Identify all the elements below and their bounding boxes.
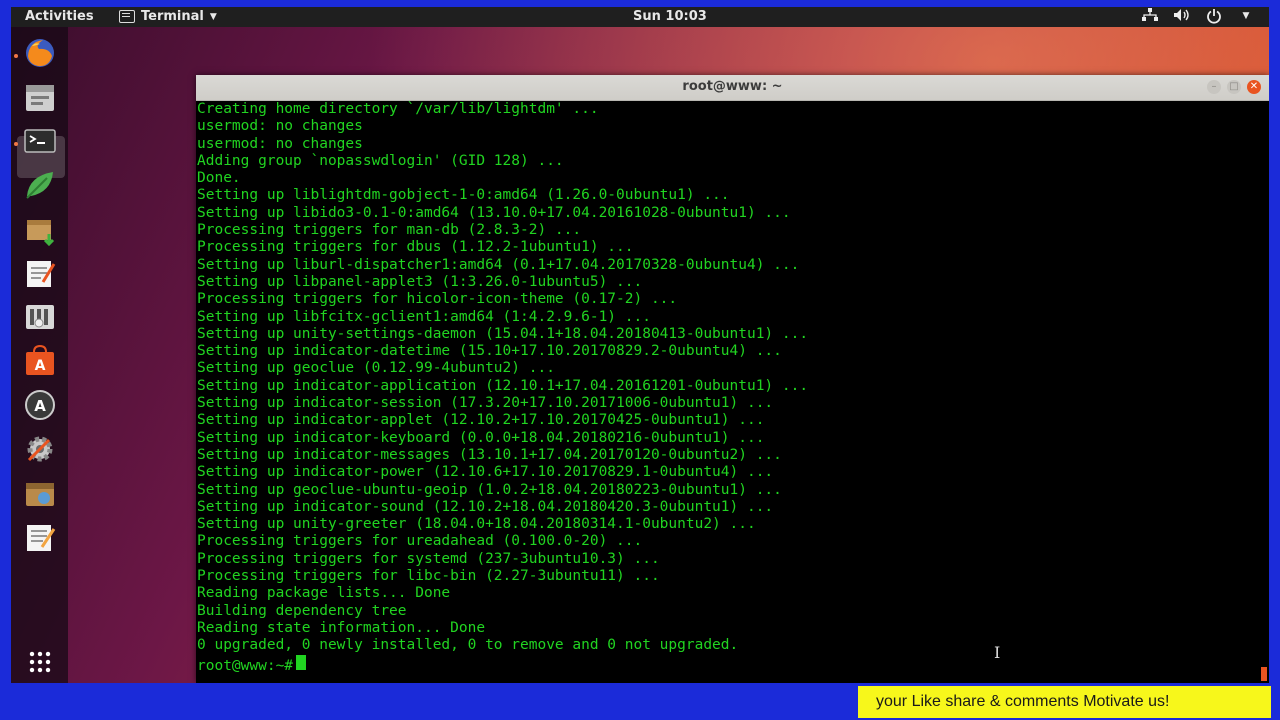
apps-grid-icon[interactable]	[28, 650, 52, 674]
files-icon[interactable]	[23, 80, 57, 114]
terminal-line: Setting up indicator-sound (12.10.2+18.0…	[197, 498, 774, 515]
terminal-line: Setting up indicator-session (17.3.20+17…	[197, 395, 774, 412]
terminal-line: Setting up geoclue-ubuntu-geoip (1.0.2+1…	[197, 481, 782, 498]
terminal-line: Setting up unity-settings-daemon (15.04.…	[197, 325, 809, 342]
window-titlebar[interactable]: root@www: ~ – □ ✕	[196, 75, 1269, 101]
top-bar: Activities Terminal ▼ Sun 10:03 ▼	[11, 7, 1269, 27]
caret-down-icon: ▼	[209, 11, 217, 22]
terminal-window[interactable]: root@www: ~ – □ ✕ Creating home director…	[196, 75, 1269, 683]
close-icon[interactable]: ✕	[1247, 80, 1261, 94]
archive-icon[interactable]	[23, 476, 57, 510]
text-cursor-icon: I	[994, 643, 1001, 662]
desktop-screen: Activities Terminal ▼ Sun 10:03 ▼ A A ro…	[11, 7, 1269, 683]
window-controls: – □ ✕	[1207, 80, 1261, 94]
caret-down-icon[interactable]: ▼	[1237, 8, 1255, 24]
terminal-line: Setting up indicator-messages (13.10.1+1…	[197, 446, 782, 463]
terminal-line: usermod: no changes	[197, 118, 363, 135]
terminal-line: Processing triggers for hicolor-icon-the…	[197, 291, 678, 308]
shell-prompt: root@www:~#	[197, 657, 294, 674]
volume-icon[interactable]	[1173, 8, 1191, 24]
system-tray[interactable]: ▼	[1141, 8, 1255, 24]
window-title: root@www: ~	[682, 79, 783, 94]
running-indicator	[14, 54, 18, 58]
leaf-app-icon[interactable]	[23, 168, 57, 202]
terminal-line: Setting up liblightdm-gobject-1-0:amd64 …	[197, 187, 730, 204]
prompt-line[interactable]: root@www:~#	[197, 654, 1257, 674]
terminal-line: Adding group `nopasswdlogin' (GID 128) .…	[197, 152, 564, 169]
scrollbar-thumb[interactable]	[1261, 667, 1267, 681]
terminal-line: Setting up libpanel-applet3 (1:3.26.0-1u…	[197, 273, 643, 290]
firefox-icon[interactable]	[23, 36, 57, 70]
terminal-line: Setting up unity-greeter (18.04.0+18.04.…	[197, 516, 756, 533]
svg-text:A: A	[34, 397, 46, 415]
app-menu[interactable]: Terminal ▼	[119, 9, 217, 24]
minimize-icon[interactable]: –	[1207, 80, 1221, 94]
maximize-icon[interactable]: □	[1227, 80, 1241, 94]
terminal-line: 0 upgraded, 0 newly installed, 0 to remo…	[197, 637, 739, 654]
terminal-line: Setting up libido3-0.1-0:amd64 (13.10.0+…	[197, 204, 791, 221]
network-icon[interactable]	[1141, 8, 1159, 24]
terminal-line: Done.	[197, 170, 241, 187]
notes-icon[interactable]	[23, 520, 57, 554]
terminal-line: Processing triggers for ureadahead (0.10…	[197, 533, 643, 550]
terminal-cursor	[296, 654, 307, 670]
terminal-line: usermod: no changes	[197, 135, 363, 152]
terminal-line: Setting up liburl-dispatcher1:amd64 (0.1…	[197, 256, 800, 273]
software-center-icon[interactable]: A	[23, 344, 57, 378]
terminal-line: Reading package lists... Done	[197, 585, 451, 602]
terminal-line: Setting up indicator-applet (12.10.2+17.…	[197, 412, 765, 429]
terminal-line: Processing triggers for dbus (1.12.2-1ub…	[197, 239, 634, 256]
dock: A A	[11, 27, 68, 683]
text-editor-icon[interactable]	[23, 256, 57, 290]
terminal-line: Processing triggers for man-db (2.8.3-2)…	[197, 222, 582, 239]
terminal-line: Reading state information... Done	[197, 619, 486, 636]
svg-text:A: A	[35, 358, 46, 374]
terminal-icon[interactable]	[23, 124, 57, 158]
software-updater-icon[interactable]: A	[23, 388, 57, 422]
terminal-line: Setting up geoclue (0.12.99-4ubuntu2) ..…	[197, 360, 555, 377]
terminal-line: Processing triggers for systemd (237-3ub…	[197, 550, 660, 567]
terminal-line: Setting up indicator-application (12.10.…	[197, 377, 809, 394]
system-monitor-icon[interactable]	[23, 300, 57, 334]
terminal-output[interactable]: Creating home directory `/var/lib/lightd…	[197, 101, 1257, 681]
running-indicator	[14, 142, 18, 146]
caption-banner: your Like share & comments Motivate us!	[858, 686, 1271, 718]
terminal-line: Setting up libfcitx-gclient1:amd64 (1:4.…	[197, 308, 651, 325]
terminal-line: Building dependency tree	[197, 602, 407, 619]
terminal-line: Processing triggers for libc-bin (2.27-3…	[197, 568, 660, 585]
clock[interactable]: Sun 10:03	[633, 9, 707, 24]
settings-icon[interactable]	[23, 432, 57, 466]
terminal-line: Setting up indicator-datetime (15.10+17.…	[197, 343, 782, 360]
package-icon[interactable]	[23, 212, 57, 247]
activities-button[interactable]: Activities	[25, 9, 94, 24]
terminal-icon	[119, 10, 135, 23]
app-menu-label: Terminal	[141, 9, 204, 24]
terminal-line: Setting up indicator-keyboard (0.0.0+18.…	[197, 429, 765, 446]
terminal-line: Setting up indicator-power (12.10.6+17.1…	[197, 464, 774, 481]
power-icon[interactable]	[1205, 8, 1223, 24]
terminal-line: Creating home directory `/var/lib/lightd…	[197, 101, 599, 117]
